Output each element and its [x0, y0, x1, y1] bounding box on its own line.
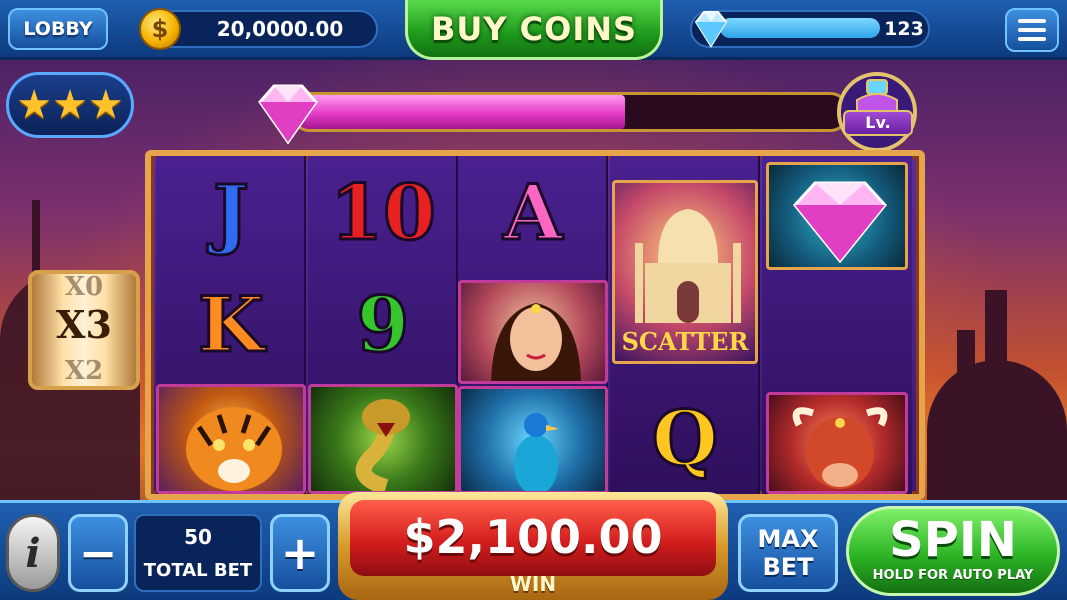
hamburger-menu-icon: [1018, 37, 1046, 41]
symbol-cobra: [308, 384, 458, 494]
symbol-q: Q: [650, 392, 719, 484]
star-rating-badge[interactable]: ★★★: [6, 72, 134, 138]
pink-diamond-icon: [793, 181, 887, 264]
bull-icon: [792, 407, 888, 489]
reel-2: 10 9: [308, 156, 458, 494]
minaret-silhouette: [985, 290, 1007, 500]
max-bet-label: MAX: [757, 525, 819, 553]
hamburger-menu-icon: [1018, 19, 1046, 23]
info-button[interactable]: i: [6, 514, 60, 592]
scatter-label: SCATTER: [621, 327, 749, 356]
pink-diamond-icon: [258, 84, 318, 145]
total-bet-label: TOTAL BET: [143, 560, 253, 581]
symbol-10: 10: [329, 166, 438, 258]
taj-mahal-icon: [635, 209, 741, 323]
minaret-silhouette: [957, 330, 975, 500]
hamburger-menu-icon: [1018, 28, 1046, 32]
dollar-coin-icon: $: [139, 8, 181, 50]
symbol-a: A: [502, 166, 564, 258]
spin-auto-play-hint: HOLD FOR AUTO PLAY: [872, 568, 1034, 583]
total-bet-value: 50: [184, 525, 212, 549]
menu-button[interactable]: [1005, 8, 1059, 52]
multiplier-above: X0: [64, 272, 104, 302]
symbol-tiger: [156, 384, 306, 494]
tiger-icon: [186, 407, 282, 491]
win-amount: $2,100.00: [403, 510, 663, 564]
win-label: WIN: [509, 572, 557, 596]
decrease-bet-button[interactable]: −: [68, 514, 128, 592]
gem-count: 123: [884, 18, 924, 40]
symbol-taj-mahal-scatter: SCATTER: [612, 180, 758, 364]
multiplier-current: X3: [56, 302, 112, 347]
symbol-princess: [458, 280, 608, 384]
cobra-icon: [355, 399, 410, 491]
level-label: Lv.: [843, 110, 913, 136]
symbol-k: K: [196, 278, 265, 370]
lobby-button[interactable]: LOBBY: [8, 8, 108, 50]
max-bet-label: BET: [762, 553, 814, 581]
symbol-9: 9: [355, 278, 411, 370]
princess-icon: [491, 303, 581, 381]
spin-label[interactable]: SPIN: [846, 512, 1060, 568]
reel-4: SCATTER Q: [610, 156, 760, 494]
peacock-icon: [514, 413, 559, 491]
level-progress-fill: [293, 95, 625, 129]
symbol-peacock: [458, 386, 608, 494]
gem-progress-bar: [720, 18, 880, 38]
reel-3: A: [458, 156, 608, 494]
multiplier-below: X2: [64, 356, 104, 386]
spire-silhouette-left: [32, 200, 40, 280]
reel-1: J K: [156, 156, 306, 494]
symbol-diamond: [766, 162, 908, 270]
symbol-bull: [766, 392, 908, 494]
star-icons: ★★★: [16, 82, 124, 128]
symbol-j: J: [212, 166, 251, 258]
coin-balance: 20,0000.00: [216, 17, 344, 41]
reel-5: [762, 156, 912, 494]
diamond-icon: [694, 11, 728, 48]
max-bet-button[interactable]: MAX BET: [738, 514, 838, 592]
increase-bet-button[interactable]: +: [270, 514, 330, 592]
buy-coins-button[interactable]: BUY COINS: [405, 0, 663, 60]
